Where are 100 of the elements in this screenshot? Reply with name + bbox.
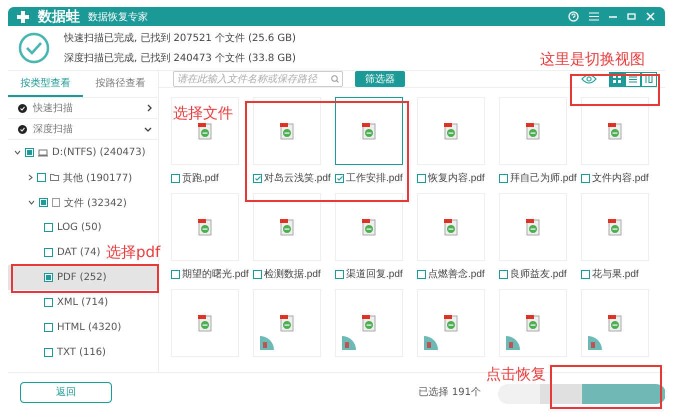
tree-label: DAT (74) [57, 247, 100, 258]
pdf-file-icon [607, 218, 623, 236]
minimize-icon[interactable] [609, 16, 617, 18]
checkbox[interactable] [171, 270, 180, 278]
scan-row[interactable]: 快速扫描 [8, 98, 158, 119]
file-name: 期望的曙光.pdf [182, 268, 249, 281]
checkbox[interactable] [499, 174, 508, 182]
checkbox[interactable] [44, 248, 53, 257]
file-name: 恢复内容.pdf [428, 172, 485, 185]
menu-icon[interactable] [589, 12, 599, 21]
tree-item[interactable]: TXT (116) [8, 340, 110, 365]
tree-label: 其他 (190177) [63, 172, 132, 184]
maximize-icon[interactable] [627, 13, 636, 20]
eye-icon[interactable] [581, 74, 597, 84]
file-name: 对岛云浅笑.pdf [264, 172, 331, 185]
checkbox[interactable] [335, 270, 344, 278]
tree-item[interactable]: D:(NTFS) (240473) [8, 140, 150, 165]
tree-item[interactable]: DAT (74) [8, 240, 104, 265]
chevron-right-icon[interactable] [147, 104, 152, 112]
file-name: 文件内容.pdf [592, 172, 649, 185]
tree-item[interactable]: 其他 (190177) [8, 165, 136, 190]
list-view-icon [629, 76, 637, 82]
pdf-file-icon [443, 314, 459, 332]
checkbox[interactable] [499, 270, 508, 278]
file-name: 花与果.pdf [592, 268, 639, 281]
plus-logo-icon [16, 10, 30, 24]
checkbox[interactable] [417, 270, 426, 278]
checkbox[interactable] [253, 270, 262, 278]
tree-label: D:(NTFS) (240473) [52, 147, 146, 158]
checkbox[interactable] [417, 174, 426, 182]
pdf-file-icon [279, 218, 295, 236]
checkbox[interactable] [44, 348, 53, 357]
tree-item[interactable]: XML (714) [8, 290, 112, 315]
checkbox[interactable] [581, 270, 590, 278]
check-circle-icon [18, 104, 27, 112]
document-icon [52, 198, 60, 207]
checkbox[interactable] [581, 174, 590, 182]
checkbox[interactable] [44, 323, 53, 332]
tree-item[interactable]: PDF (252) [8, 265, 158, 290]
detail-view-icon [645, 75, 653, 83]
scan-row[interactable]: 深度扫描 [8, 119, 158, 140]
tree-label: LOG (50) [57, 222, 102, 233]
checkbox[interactable] [44, 223, 53, 232]
file-name: 渠道回复.pdf [346, 268, 403, 281]
file-name: 贡跑.pdf [182, 172, 219, 185]
scan-label: 深度扫描 [33, 122, 73, 136]
pdf-file-icon [525, 218, 541, 236]
file-name: 良师益友.pdf [510, 268, 567, 281]
checkbox[interactable] [44, 298, 53, 307]
pdf-file-icon [607, 314, 623, 332]
pdf-file-icon [525, 122, 541, 140]
pdf-file-icon [443, 218, 459, 236]
pdf-file-icon [361, 218, 377, 236]
tree-label: XML (714) [57, 297, 108, 308]
scan-summary-text: 深度扫描已完成, 已找到 240473 个文件 (33.8 GB) [64, 52, 296, 65]
pdf-file-icon [279, 122, 295, 140]
chevron-down-icon[interactable] [14, 150, 21, 155]
checkbox[interactable] [171, 174, 180, 182]
tree-label: HTML (4320) [57, 322, 122, 333]
check-circle-icon [18, 32, 50, 64]
pdf-file-icon [443, 122, 459, 140]
chevron-right-icon[interactable] [28, 174, 33, 181]
help-icon[interactable] [568, 11, 579, 22]
pdf-file-icon [279, 314, 295, 332]
annotation-text: 这里是切换视图 [540, 50, 645, 69]
scan-summary-text: 快速扫描已完成, 已找到 207521 个文件 (25.6 GB) [64, 32, 296, 45]
checkbox[interactable] [25, 148, 34, 157]
chevron-down-icon[interactable] [144, 126, 152, 132]
tree-item[interactable]: HTML (4320) [8, 315, 126, 340]
view-tab[interactable]: 按类型查看 [8, 71, 83, 97]
view-tab[interactable]: 按路径查看 [83, 71, 158, 97]
tree-item[interactable]: LOG (50) [8, 215, 106, 240]
tree-label: 文件 (32342) [64, 196, 127, 210]
checkbox[interactable] [253, 174, 262, 182]
pdf-file-icon [525, 314, 541, 332]
search-icon[interactable] [331, 75, 339, 83]
tree-item[interactable]: 文件 (32342) [8, 190, 131, 215]
annotation-text: 点击恢复 [486, 365, 546, 384]
grid-view-icon [613, 75, 621, 83]
check-circle-icon [18, 124, 27, 134]
checkbox[interactable] [37, 173, 46, 182]
chevron-down-icon[interactable] [28, 200, 35, 205]
tree-label: PDF (252) [57, 272, 107, 283]
pdf-file-icon [607, 122, 623, 140]
pdf-file-icon [197, 218, 213, 236]
checkbox[interactable] [39, 198, 48, 207]
search-field[interactable]: 请在此输入文件名称或保存路径 [173, 71, 343, 87]
checkbox[interactable] [335, 174, 344, 182]
file-thumbnail[interactable] [335, 97, 403, 165]
file-name: 点燃善念.pdf [428, 268, 485, 281]
checkbox[interactable] [44, 273, 53, 282]
file-name: 拜自己为师.pdf [510, 172, 577, 185]
pdf-file-icon [361, 314, 377, 332]
file-name: 工作安排.pdf [346, 172, 403, 185]
pdf-file-icon [361, 122, 377, 140]
tree-label: TXT (116) [57, 347, 106, 358]
close-icon[interactable] [646, 12, 655, 21]
file-name: 检测数据.pdf [264, 268, 321, 281]
folder-icon [50, 174, 59, 181]
app-subtitle: 数据恢复专家 [88, 10, 149, 24]
